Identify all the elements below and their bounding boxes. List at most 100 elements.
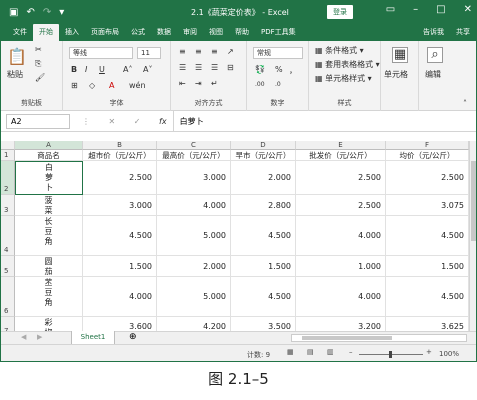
number-format-select[interactable]: 常规 xyxy=(253,47,303,59)
cell-value[interactable]: 4.000 xyxy=(296,277,386,317)
tab-0[interactable]: 文件 xyxy=(7,24,33,41)
h-scroll-thumb[interactable] xyxy=(302,336,392,340)
border-icon[interactable]: ⊞ xyxy=(71,81,78,90)
tab-3[interactable]: 页面布局 xyxy=(85,24,125,41)
underline-button[interactable]: U xyxy=(99,65,105,74)
cell-value[interactable]: 2.500 xyxy=(83,161,157,195)
wrap-text-icon[interactable]: ↵ xyxy=(211,79,218,88)
row-header-1[interactable]: 1 xyxy=(1,150,15,161)
customize-qat-icon[interactable]: ▾ xyxy=(59,7,64,18)
orientation-icon[interactable]: ↗ xyxy=(227,47,234,56)
cell-value[interactable]: 4.200 xyxy=(157,317,231,331)
cell-value[interactable]: 2.500 xyxy=(386,161,469,195)
cell-value[interactable]: 3.200 xyxy=(296,317,386,331)
cell-value[interactable]: 4.500 xyxy=(386,277,469,317)
column-header-E[interactable]: E xyxy=(296,141,386,150)
decrease-font-icon[interactable]: A˅ xyxy=(143,65,152,74)
collapse-ribbon-icon[interactable]: ˄ xyxy=(463,99,467,108)
sheet-nav-left-icon[interactable]: ◀ xyxy=(21,333,26,341)
zoom-slider[interactable] xyxy=(359,351,423,358)
horizontal-scrollbar[interactable] xyxy=(291,334,467,342)
cell-value[interactable]: 4.500 xyxy=(386,216,469,256)
italic-button[interactable]: I xyxy=(85,65,87,74)
cell-value[interactable]: 3.000 xyxy=(83,195,157,216)
column-header-B[interactable]: B xyxy=(83,141,157,150)
header-cell[interactable]: 最高价（元/公斤） xyxy=(157,150,231,161)
row-header-2[interactable]: 2 xyxy=(1,161,15,195)
bottom-align-icon[interactable]: ≡ xyxy=(211,47,218,56)
row-header-5[interactable]: 5 xyxy=(1,256,15,277)
row-header-7[interactable]: 7 xyxy=(1,317,15,331)
name-box[interactable]: A2 xyxy=(6,113,70,129)
cell-value[interactable]: 5.000 xyxy=(157,277,231,317)
tab-1[interactable]: 开始 xyxy=(33,24,59,41)
header-cell[interactable]: 均价（元/公斤） xyxy=(386,150,469,161)
scroll-thumb[interactable] xyxy=(471,161,476,241)
normal-view-icon[interactable]: ▦ xyxy=(287,348,294,356)
align-center-icon[interactable]: ☰ xyxy=(195,63,202,72)
cell-value[interactable]: 3.075 xyxy=(386,195,469,216)
decrease-decimal-icon[interactable]: .0 xyxy=(275,81,281,88)
phonetic-icon[interactable]: wén xyxy=(129,81,146,90)
header-cell[interactable]: 早市（元/公斤） xyxy=(231,150,296,161)
font-size-select[interactable]: 11 xyxy=(137,47,161,59)
top-align-icon[interactable]: ≡ xyxy=(179,47,186,56)
cell-value[interactable]: 4.500 xyxy=(83,216,157,256)
cell-value[interactable]: 1.000 xyxy=(296,256,386,277)
paste-label[interactable]: 粘贴 xyxy=(7,69,23,80)
conditional-format-button[interactable]: ▦ 条件格式 ▾ xyxy=(315,45,364,56)
cell-value[interactable]: 2.800 xyxy=(231,195,296,216)
cell-value[interactable]: 2.000 xyxy=(157,256,231,277)
cell-name-3[interactable]: 菠菜 xyxy=(15,195,83,216)
spreadsheet-grid[interactable]: A B C D E F 1 商品名 超市价（元/公斤） 最高价（元/公斤） 早市（元/公斤） 批发价（… xyxy=(1,141,469,331)
increase-font-icon[interactable]: A˄ xyxy=(123,65,132,74)
cell-name-7[interactable]: 彩椒 xyxy=(15,317,83,331)
cell-value[interactable]: 3.600 xyxy=(83,317,157,331)
cell-name-2[interactable]: 白萝卜 xyxy=(15,161,83,195)
select-all-corner[interactable] xyxy=(1,141,15,150)
align-left-icon[interactable]: ☰ xyxy=(179,63,186,72)
cell-value[interactable]: 3.000 xyxy=(157,161,231,195)
fill-color-icon[interactable]: ◇ xyxy=(89,81,95,90)
tab-4[interactable]: 公式 xyxy=(125,24,151,41)
tab-8[interactable]: 帮助 xyxy=(229,24,255,41)
cell-value[interactable]: 3.500 xyxy=(231,317,296,331)
tab-10[interactable]: 告诉我 xyxy=(417,24,450,41)
cell-value[interactable]: 4.500 xyxy=(231,216,296,256)
cell-value[interactable]: 4.000 xyxy=(83,277,157,317)
login-button[interactable]: 登录 xyxy=(327,5,353,19)
zoom-in-icon[interactable]: + xyxy=(426,348,432,356)
column-header-A[interactable]: A xyxy=(15,141,83,150)
format-painter-icon[interactable]: 🖌 xyxy=(35,73,45,82)
merge-icon[interactable]: ⊟ xyxy=(227,63,234,72)
middle-align-icon[interactable]: ≡ xyxy=(195,47,202,56)
zoom-out-icon[interactable]: – xyxy=(349,348,353,356)
cell-name-5[interactable]: 圆茄 xyxy=(15,256,83,277)
column-header-D[interactable]: D xyxy=(231,141,296,150)
format-table-button[interactable]: ▦ 套用表格格式 ▾ xyxy=(315,59,380,70)
cell-value[interactable]: 4.000 xyxy=(157,195,231,216)
cell-value[interactable]: 4.000 xyxy=(296,216,386,256)
save-icon[interactable]: ▣ xyxy=(9,7,18,18)
maximize-icon[interactable]: □ xyxy=(436,4,445,15)
add-sheet-icon[interactable]: ⊕ xyxy=(129,332,137,342)
tab-5[interactable]: 数据 xyxy=(151,24,177,41)
page-layout-icon[interactable]: ▤ xyxy=(307,348,314,356)
column-header-C[interactable]: C xyxy=(157,141,231,150)
cell-value[interactable]: 1.500 xyxy=(83,256,157,277)
cells-group[interactable]: ▦ 单元格 xyxy=(381,41,419,111)
zoom-thumb[interactable] xyxy=(389,351,392,358)
font-name-select[interactable]: 等线 xyxy=(69,47,133,59)
increase-indent-icon[interactable]: ⇥ xyxy=(195,79,202,88)
align-right-icon[interactable]: ☰ xyxy=(211,63,218,72)
decrease-indent-icon[interactable]: ⇤ xyxy=(179,79,186,88)
header-cell[interactable]: 商品名 xyxy=(15,150,83,161)
cell-name-4[interactable]: 长豆角 xyxy=(15,216,83,256)
header-cell[interactable]: 超市价（元/公斤） xyxy=(83,150,157,161)
tab-11[interactable]: 共享 xyxy=(450,24,476,41)
minimize-icon[interactable]: – xyxy=(413,4,418,15)
tab-9[interactable]: PDF工具集 xyxy=(255,24,302,41)
cells-icon[interactable]: ▦ xyxy=(392,47,408,63)
editing-group[interactable]: ⌕ 编辑 xyxy=(419,41,449,111)
currency-icon[interactable]: 💱 xyxy=(255,65,265,74)
